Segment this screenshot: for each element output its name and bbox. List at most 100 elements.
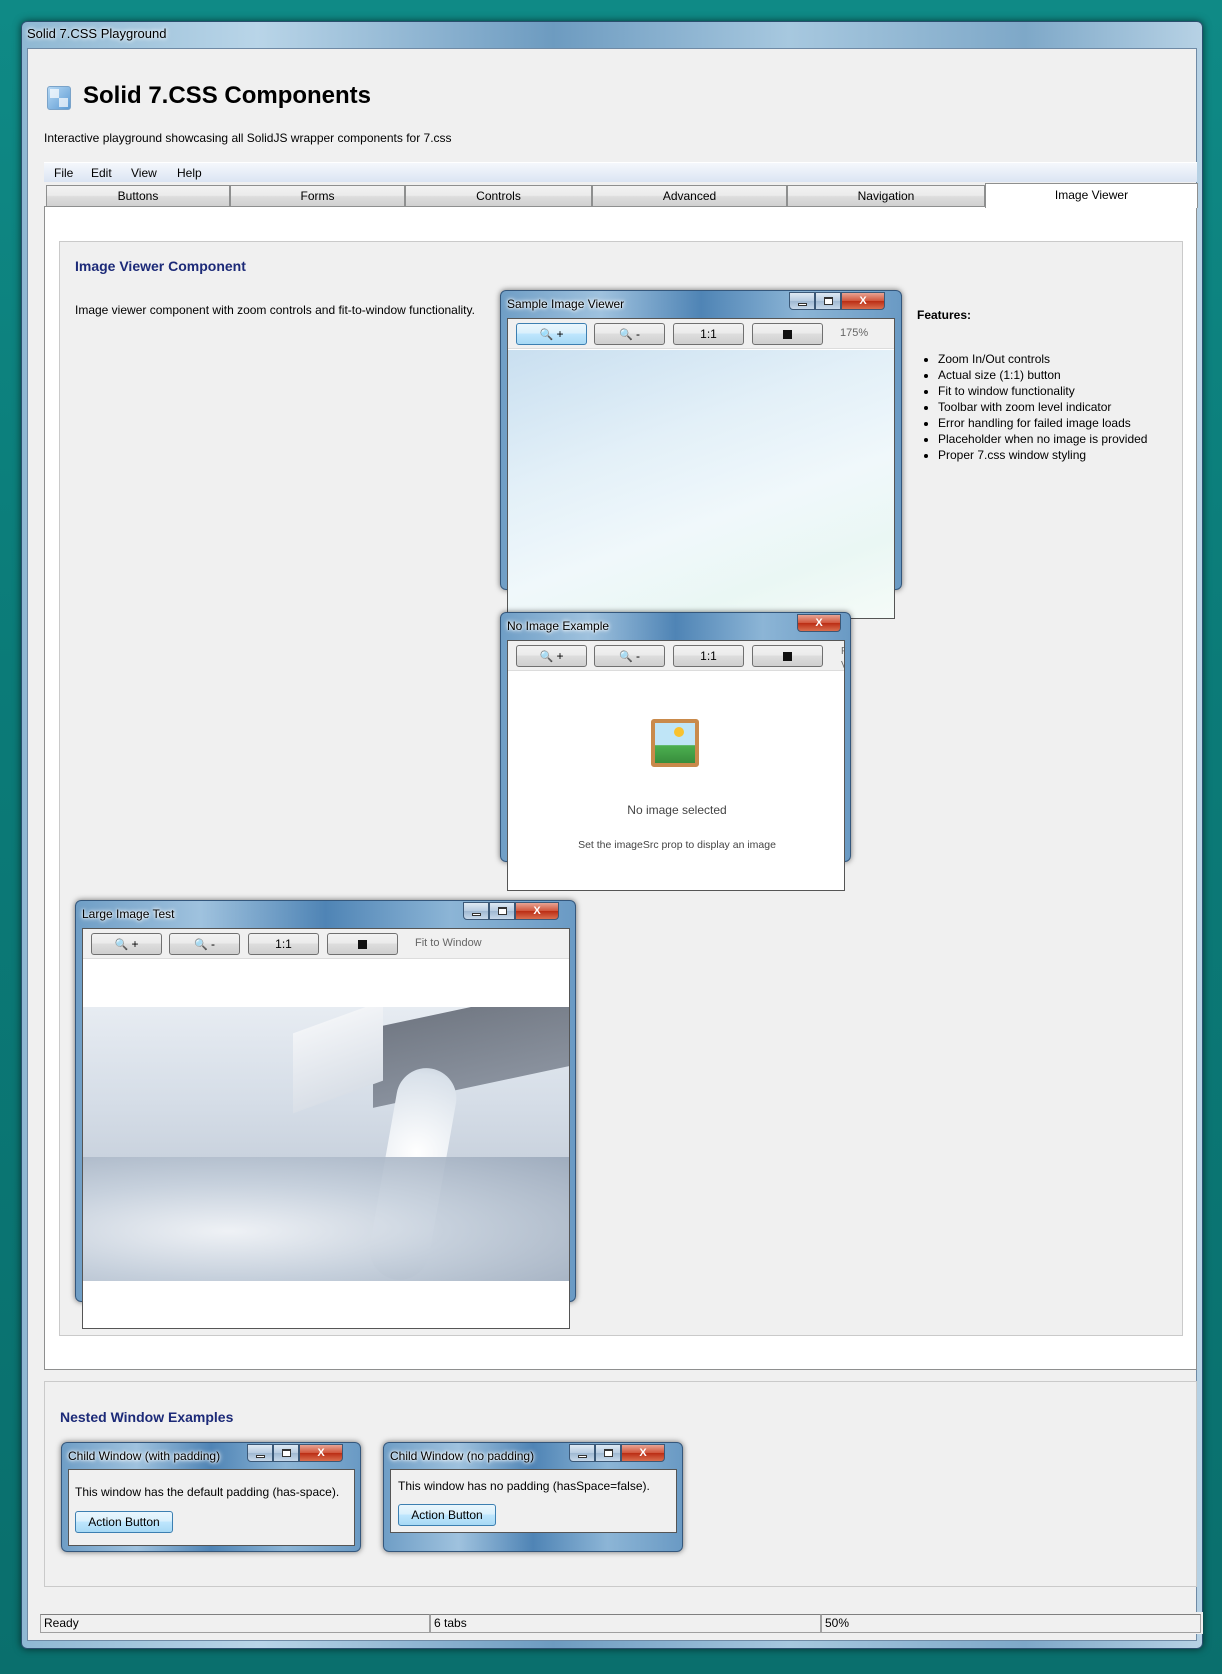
- window-title: Large Image Test: [82, 907, 175, 921]
- large-viewer-body: 🔍 + 🔍 - 1:1 Fit to Window: [82, 928, 570, 1329]
- actual-size-button[interactable]: 1:1: [248, 933, 319, 955]
- child-window-text: This window has the default padding (has…: [75, 1485, 340, 1499]
- child-window-body: This window has the default padding (has…: [68, 1469, 355, 1546]
- minimize-button[interactable]: [789, 292, 815, 310]
- page-subtitle: Interactive playground showcasing all So…: [44, 131, 452, 145]
- close-button[interactable]: X: [841, 292, 885, 310]
- zoom-out-icon: 🔍: [193, 939, 208, 951]
- feature-item: Toolbar with zoom level indicator: [938, 399, 1180, 415]
- fit-window-button[interactable]: [327, 933, 398, 955]
- close-button[interactable]: X: [299, 1444, 343, 1462]
- tab-controls[interactable]: Controls: [405, 185, 592, 207]
- minimize-icon: [472, 913, 481, 916]
- child-window-text: This window has no padding (hasSpace=fal…: [398, 1479, 650, 1493]
- zoom-in-button[interactable]: 🔍 +: [516, 323, 587, 345]
- zoom-in-icon: 🔍: [539, 651, 554, 663]
- minimize-icon: [256, 1455, 265, 1458]
- window-title: Sample Image Viewer: [507, 297, 625, 311]
- action-button[interactable]: Action Button: [398, 1504, 496, 1526]
- menu-help[interactable]: Help: [177, 165, 202, 181]
- zoom-in-button[interactable]: 🔍 +: [91, 933, 162, 955]
- feature-item: Proper 7.css window styling: [938, 447, 1180, 463]
- minimize-button[interactable]: [569, 1444, 595, 1462]
- tab-forms[interactable]: Forms: [230, 185, 405, 207]
- fit-icon: [783, 330, 792, 340]
- app-logo-icon: [47, 86, 71, 110]
- menu-edit[interactable]: Edit: [91, 165, 112, 181]
- menu-bar: File Edit View Help: [44, 162, 1197, 182]
- zoom-in-icon: 🔍: [539, 329, 554, 341]
- status-bar: Ready 6 tabs 50%: [40, 1612, 1203, 1634]
- tab-advanced[interactable]: Advanced: [592, 185, 787, 207]
- clipped-zoom-text: F V: [841, 645, 844, 673]
- window-controls: X: [789, 292, 885, 310]
- page-title: Solid 7.CSS Components: [83, 82, 372, 109]
- zoom-out-icon: 🔍: [618, 329, 633, 341]
- minimize-button[interactable]: [463, 902, 489, 920]
- window-controls: X: [797, 614, 841, 632]
- window-controls: X: [569, 1444, 665, 1462]
- feature-item: Actual size (1:1) button: [938, 367, 1180, 383]
- placeholder-title: No image selected: [627, 803, 727, 817]
- actual-size-button[interactable]: 1:1: [673, 323, 744, 345]
- window-title: Child Window (no padding): [390, 1449, 535, 1463]
- minimize-button[interactable]: [247, 1444, 273, 1462]
- sun-icon: [674, 727, 684, 737]
- feature-item: Placeholder when no image is provided: [938, 431, 1180, 447]
- minimize-icon: [798, 303, 807, 306]
- large-frost-image: [83, 1007, 569, 1281]
- window-title: Child Window (with padding): [68, 1449, 221, 1463]
- maximize-icon: [604, 1449, 613, 1457]
- fit-window-button[interactable]: [752, 645, 823, 667]
- fit-icon: [358, 940, 367, 950]
- main-window-title: Solid 7.CSS Playground: [27, 26, 167, 41]
- maximize-button[interactable]: [489, 902, 515, 920]
- feature-item: Error handling for failed image loads: [938, 415, 1180, 431]
- zoom-in-button[interactable]: 🔍 +: [516, 645, 587, 667]
- status-ready: Ready: [40, 1614, 430, 1633]
- maximize-button[interactable]: [273, 1444, 299, 1462]
- maximize-button[interactable]: [815, 292, 841, 310]
- maximize-icon: [282, 1449, 291, 1457]
- child-window-body: This window has no padding (hasSpace=fal…: [390, 1469, 677, 1533]
- nested-section-title: Nested Window Examples: [60, 1409, 234, 1425]
- zoom-out-button[interactable]: 🔍 -: [594, 645, 665, 667]
- sample-image: [508, 350, 894, 618]
- child-window-with-padding: Child Window (with padding) X This windo…: [61, 1442, 361, 1552]
- viewer-toolbar: 🔍 + 🔍 - 1:1 175%: [508, 319, 894, 349]
- tab-strip: Buttons Forms Controls Advanced Navigati…: [46, 183, 1198, 208]
- status-zoom: 50%: [821, 1614, 1201, 1633]
- zoom-level-indicator: Fit to Window: [415, 937, 482, 949]
- maximize-button[interactable]: [595, 1444, 621, 1462]
- image-viewer-description: Image viewer component with zoom control…: [75, 303, 475, 317]
- viewer-toolbar: 🔍 + 🔍 - 1:1 Fit to Window: [83, 929, 569, 959]
- window-controls: X: [247, 1444, 343, 1462]
- close-button[interactable]: X: [621, 1444, 665, 1462]
- feature-item: Zoom In/Out controls: [938, 351, 1180, 367]
- child-window-no-padding: Child Window (no padding) X This window …: [383, 1442, 683, 1552]
- menu-file[interactable]: File: [54, 165, 73, 181]
- tab-image-viewer[interactable]: Image Viewer: [985, 183, 1198, 208]
- minimize-icon: [578, 1455, 587, 1458]
- window-controls: X: [463, 902, 559, 920]
- image-viewer-section-title: Image Viewer Component: [75, 258, 246, 274]
- zoom-in-icon: 🔍: [114, 939, 129, 951]
- action-button[interactable]: Action Button: [75, 1511, 173, 1533]
- placeholder-hint: Set the imageSrc prop to display an imag…: [578, 839, 776, 851]
- window-title: No Image Example: [507, 619, 610, 633]
- status-tabs: 6 tabs: [430, 1614, 821, 1633]
- fit-window-button[interactable]: [752, 323, 823, 345]
- no-image-viewer-body: 🔍 + 🔍 - 1:1 F V No image selected Set th…: [507, 640, 845, 891]
- sample-viewer-body: 🔍 + 🔍 - 1:1 175%: [507, 318, 895, 619]
- zoom-level-indicator: 175%: [840, 327, 869, 339]
- zoom-out-button[interactable]: 🔍 -: [169, 933, 240, 955]
- tab-navigation[interactable]: Navigation: [787, 185, 985, 207]
- actual-size-button[interactable]: 1:1: [673, 645, 744, 667]
- menu-view[interactable]: View: [131, 165, 157, 181]
- tab-buttons[interactable]: Buttons: [46, 185, 230, 207]
- close-button[interactable]: X: [797, 614, 841, 632]
- zoom-out-button[interactable]: 🔍 -: [594, 323, 665, 345]
- close-button[interactable]: X: [515, 902, 559, 920]
- features-title: Features:: [917, 308, 972, 322]
- zoom-out-icon: 🔍: [618, 651, 633, 663]
